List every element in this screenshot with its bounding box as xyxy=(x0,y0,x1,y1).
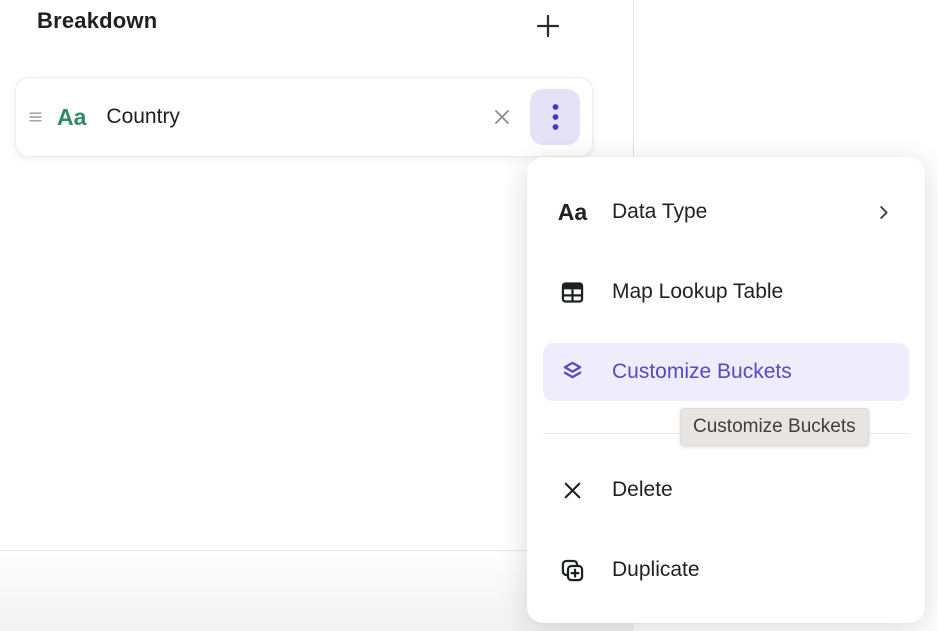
page-title: Breakdown xyxy=(37,8,157,34)
menu-item-map-lookup-table[interactable]: Map Lookup Table xyxy=(543,263,909,321)
menu-item-label: Customize Buckets xyxy=(612,360,792,384)
drag-handle-icon[interactable] xyxy=(28,109,43,125)
remove-field-button[interactable] xyxy=(490,105,514,129)
breakdown-field-card: Aa Country xyxy=(15,77,593,157)
chevron-right-icon xyxy=(874,203,893,222)
close-x-icon xyxy=(490,105,514,129)
menu-item-label: Duplicate xyxy=(612,558,700,582)
menu-item-label: Map Lookup Table xyxy=(612,280,783,304)
x-icon xyxy=(559,478,586,503)
add-breakdown-button[interactable] xyxy=(529,7,567,45)
kebab-menu-icon xyxy=(551,102,560,132)
layers-icon xyxy=(559,359,586,386)
table-icon xyxy=(559,279,586,306)
menu-item-customize-buckets[interactable]: Customize Buckets xyxy=(543,343,909,401)
text-type-icon: Aa xyxy=(559,201,586,224)
field-menu-button[interactable] xyxy=(530,89,580,145)
customize-buckets-tooltip: Customize Buckets xyxy=(680,408,869,446)
field-context-menu: Aa Data Type Map Lookup Table Customize … xyxy=(527,157,925,623)
menu-item-data-type[interactable]: Aa Data Type xyxy=(543,183,909,241)
text-type-icon: Aa xyxy=(57,104,86,131)
menu-item-label: Data Type xyxy=(612,200,707,224)
plus-icon xyxy=(533,11,563,41)
field-label: Country xyxy=(106,105,490,129)
menu-item-duplicate[interactable]: Duplicate xyxy=(543,541,909,599)
menu-item-label: Delete xyxy=(612,478,673,502)
duplicate-icon xyxy=(559,557,586,584)
menu-item-delete[interactable]: Delete xyxy=(543,461,909,519)
